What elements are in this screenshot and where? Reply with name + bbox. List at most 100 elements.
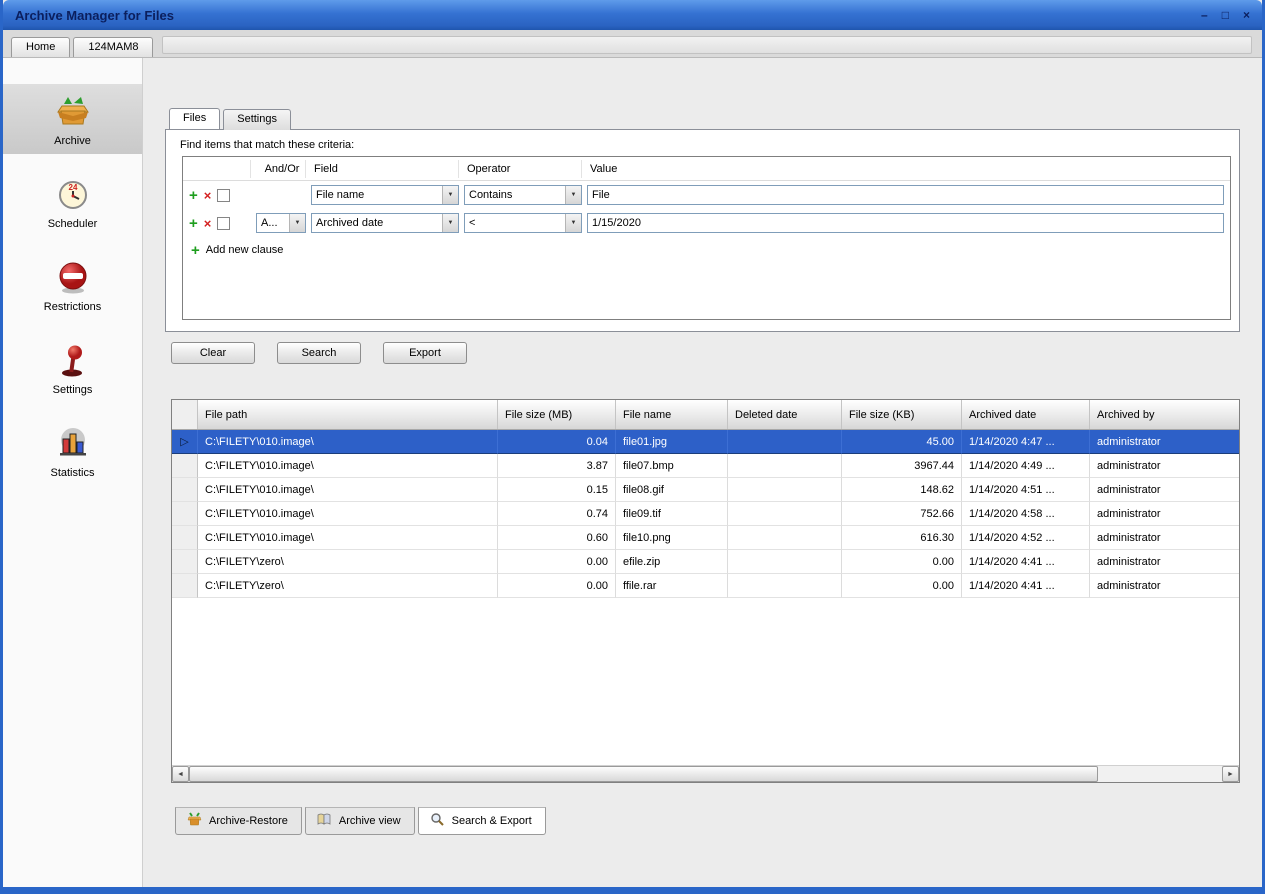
tab-search-export[interactable]: Search & Export — [418, 807, 546, 835]
clear-button[interactable]: Clear — [171, 342, 255, 364]
cell-file-size-kb[interactable]: 616.30 — [842, 526, 962, 550]
field-select[interactable]: Archived date ▼ — [311, 213, 459, 233]
cell-file-path[interactable]: C:\FILETY\010.image\ — [198, 526, 498, 550]
cell-deleted-date[interactable] — [728, 502, 842, 526]
horizontal-scrollbar[interactable]: ◄ ► — [172, 765, 1239, 782]
scrollbar-track[interactable] — [189, 766, 1222, 782]
cell-file-size-kb[interactable]: 3967.44 — [842, 454, 962, 478]
table-row[interactable]: C:\FILETY\010.image\0.60file10.png 616.30… — [172, 526, 1239, 550]
column-header-file-size-mb[interactable]: File size (MB) — [498, 400, 616, 429]
cell-archived-by[interactable]: administrator — [1090, 526, 1239, 550]
chevron-down-icon[interactable]: ▼ — [565, 186, 581, 204]
row-selector-cell[interactable] — [172, 478, 198, 502]
remove-clause-icon[interactable]: × — [204, 217, 212, 230]
table-row[interactable]: ▷C:\FILETY\010.image\0.04file01.jpg 45.00… — [172, 430, 1239, 454]
scroll-right-icon[interactable]: ► — [1222, 766, 1239, 782]
nav-tab-home[interactable]: Home — [11, 37, 70, 57]
tab-files[interactable]: Files — [169, 108, 220, 129]
cell-file-name[interactable]: file09.tif — [616, 502, 728, 526]
table-row[interactable]: C:\FILETY\zero\0.00efile.zip0.001/14/202… — [172, 550, 1239, 574]
tab-archive-restore[interactable]: Archive-Restore — [175, 807, 302, 835]
cell-archived-date[interactable]: 1/14/2020 4:51 ... — [962, 478, 1090, 502]
nav-tab-server[interactable]: 124MAM8 — [73, 37, 153, 57]
cell-file-size-kb[interactable]: 0.00 — [842, 574, 962, 598]
scrollbar-thumb[interactable] — [189, 766, 1098, 782]
column-header-file-size-kb[interactable]: File size (KB) — [842, 400, 962, 429]
cell-file-path[interactable]: C:\FILETY\010.image\ — [198, 430, 498, 454]
table-row[interactable]: C:\FILETY\zero\0.00ffile.rar0.001/14/202… — [172, 574, 1239, 598]
cell-file-name[interactable]: file07.bmp — [616, 454, 728, 478]
cell-file-name[interactable]: file10.png — [616, 526, 728, 550]
operator-select[interactable]: < ▼ — [464, 213, 582, 233]
chevron-down-icon[interactable]: ▼ — [565, 214, 581, 232]
cell-file-size-kb[interactable]: 0.00 — [842, 550, 962, 574]
cell-file-path[interactable]: C:\FILETY\010.image\ — [198, 454, 498, 478]
close-button[interactable]: × — [1243, 9, 1250, 21]
table-row[interactable]: C:\FILETY\010.image\0.74file09.tif752.66… — [172, 502, 1239, 526]
cell-deleted-date[interactable] — [728, 478, 842, 502]
cell-file-size-kb[interactable]: 148.62 — [842, 478, 962, 502]
minimize-button[interactable]: – — [1201, 9, 1208, 21]
sidebar-item-restrictions[interactable]: Restrictions — [3, 250, 142, 320]
cell-file-size-mb[interactable]: 0.15 — [498, 478, 616, 502]
operator-select[interactable]: Contains ▼ — [464, 185, 582, 205]
scroll-left-icon[interactable]: ◄ — [172, 766, 189, 782]
cell-file-path[interactable]: C:\FILETY\zero\ — [198, 550, 498, 574]
chevron-down-icon[interactable]: ▼ — [442, 214, 458, 232]
chevron-down-icon[interactable]: ▼ — [442, 186, 458, 204]
cell-file-size-mb[interactable]: 0.04 — [498, 430, 616, 454]
cell-file-path[interactable]: C:\FILETY\010.image\ — [198, 502, 498, 526]
column-header-file-name[interactable]: File name — [616, 400, 728, 429]
row-selector-cell[interactable] — [172, 454, 198, 478]
cell-file-name[interactable]: efile.zip — [616, 550, 728, 574]
cell-archived-date[interactable]: 1/14/2020 4:47 ... — [962, 430, 1090, 454]
cell-file-size-mb[interactable]: 0.00 — [498, 550, 616, 574]
cell-archived-date[interactable]: 1/14/2020 4:58 ... — [962, 502, 1090, 526]
cell-archived-by[interactable]: administrator — [1090, 550, 1239, 574]
cell-archived-by[interactable]: administrator — [1090, 478, 1239, 502]
clause-checkbox[interactable] — [217, 217, 230, 230]
cell-file-name[interactable]: file01.jpg — [616, 430, 728, 454]
search-button[interactable]: Search — [277, 342, 361, 364]
add-new-clause[interactable]: + Add new clause — [183, 237, 1230, 263]
tab-settings[interactable]: Settings — [223, 109, 291, 130]
sidebar-item-statistics[interactable]: Statistics — [3, 416, 142, 486]
field-select[interactable]: File name ▼ — [311, 185, 459, 205]
cell-file-size-kb[interactable]: 45.00 — [842, 430, 962, 454]
tab-archive-view[interactable]: Archive view — [305, 807, 415, 835]
cell-file-path[interactable]: C:\FILETY\zero\ — [198, 574, 498, 598]
sidebar-item-archive[interactable]: Archive — [3, 84, 142, 154]
add-clause-icon[interactable]: + — [189, 188, 198, 203]
cell-file-size-mb[interactable]: 0.74 — [498, 502, 616, 526]
cell-deleted-date[interactable] — [728, 526, 842, 550]
row-selector-cell[interactable] — [172, 502, 198, 526]
cell-archived-by[interactable]: administrator — [1090, 502, 1239, 526]
table-row[interactable]: C:\FILETY\010.image\3.87file07.bmp 3967.4… — [172, 454, 1239, 478]
cell-file-size-mb[interactable]: 0.60 — [498, 526, 616, 550]
column-header-archived-by[interactable]: Archived by — [1090, 400, 1239, 429]
remove-clause-icon[interactable]: × — [204, 189, 212, 202]
cell-archived-date[interactable]: 1/14/2020 4:49 ... — [962, 454, 1090, 478]
sidebar-item-settings[interactable]: Settings — [3, 333, 142, 403]
cell-file-path[interactable]: C:\FILETY\010.image\ — [198, 478, 498, 502]
clause-checkbox[interactable] — [217, 189, 230, 202]
cell-file-size-mb[interactable]: 3.87 — [498, 454, 616, 478]
row-selector-cell[interactable] — [172, 550, 198, 574]
clause-value-input[interactable] — [587, 185, 1224, 205]
chevron-down-icon[interactable]: ▼ — [289, 214, 305, 232]
cell-archived-date[interactable]: 1/14/2020 4:41 ... — [962, 574, 1090, 598]
cell-deleted-date[interactable] — [728, 550, 842, 574]
andor-select[interactable]: A... ▼ — [256, 213, 306, 233]
clause-value-input[interactable] — [587, 213, 1224, 233]
export-button[interactable]: Export — [383, 342, 467, 364]
row-pointer-cell[interactable]: ▷ — [172, 430, 198, 454]
cell-file-size-mb[interactable]: 0.00 — [498, 574, 616, 598]
add-clause-icon[interactable]: + — [189, 216, 198, 231]
row-selector-cell[interactable] — [172, 574, 198, 598]
cell-deleted-date[interactable] — [728, 574, 842, 598]
row-selector-cell[interactable] — [172, 526, 198, 550]
cell-archived-date[interactable]: 1/14/2020 4:41 ... — [962, 550, 1090, 574]
column-header-file-path[interactable]: File path — [198, 400, 498, 429]
cell-file-name[interactable]: file08.gif — [616, 478, 728, 502]
cell-archived-by[interactable]: administrator — [1090, 454, 1239, 478]
